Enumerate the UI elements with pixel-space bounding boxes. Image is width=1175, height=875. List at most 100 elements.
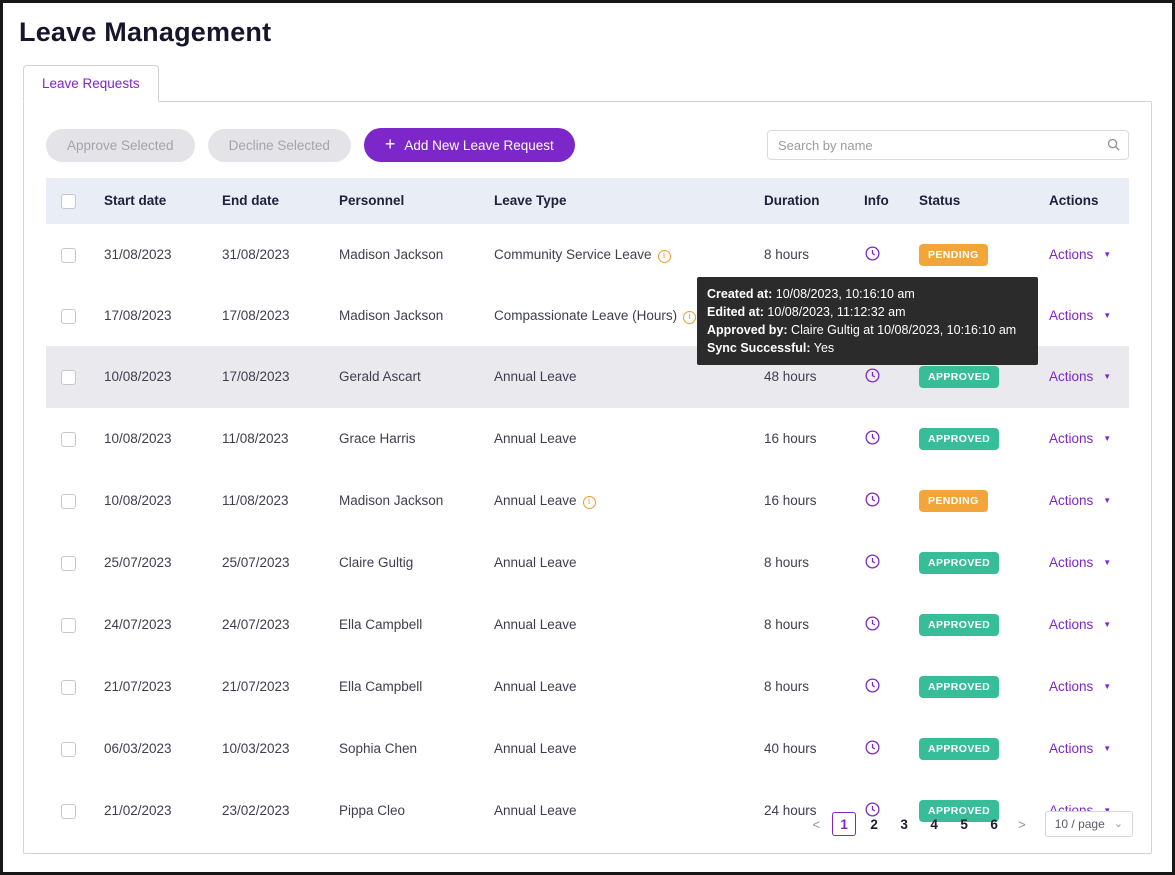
- approve-selected-button[interactable]: Approve Selected: [46, 129, 195, 162]
- search-icon: [1106, 137, 1121, 157]
- actions-button[interactable]: Actions▼: [1049, 741, 1111, 756]
- actions-button[interactable]: Actions▼: [1049, 617, 1111, 632]
- row-checkbox[interactable]: [61, 432, 76, 447]
- leave-type-cell: Annual Leave: [486, 594, 756, 656]
- search-input[interactable]: [767, 130, 1129, 160]
- status-badge: APPROVED: [919, 738, 999, 760]
- pagination-page-1[interactable]: 1: [832, 812, 856, 836]
- info-icon[interactable]: i: [683, 311, 696, 324]
- row-checkbox[interactable]: [61, 309, 76, 324]
- toolbar: Approve Selected Decline Selected + Add …: [46, 128, 1129, 162]
- chevron-down-icon: ▼: [1103, 682, 1111, 691]
- chevron-down-icon: ▼: [1103, 372, 1111, 381]
- start-date-cell: 10/08/2023: [96, 346, 214, 408]
- page-size-value: 10 / page: [1055, 817, 1105, 831]
- chevron-down-icon: ▼: [1103, 620, 1111, 629]
- personnel-cell: Ella Campbell: [331, 656, 486, 718]
- tab-leave-requests[interactable]: Leave Requests: [23, 65, 159, 102]
- clock-icon[interactable]: [864, 677, 881, 694]
- row-checkbox[interactable]: [61, 804, 76, 819]
- pagination-page-5[interactable]: 5: [952, 812, 976, 836]
- clock-icon[interactable]: [864, 739, 881, 756]
- clock-icon[interactable]: [864, 245, 881, 262]
- status-cell: APPROVED: [911, 718, 1041, 780]
- actions-button[interactable]: Actions▼: [1049, 555, 1111, 570]
- pagination-pages: 123456: [829, 812, 1009, 836]
- start-date-cell: 10/08/2023: [96, 408, 214, 470]
- row-checkbox[interactable]: [61, 680, 76, 695]
- table-row: 25/07/202325/07/2023Claire GultigAnnual …: [46, 532, 1129, 594]
- end-date-cell: 25/07/2023: [214, 532, 331, 594]
- plus-icon: +: [385, 135, 396, 153]
- info-cell: [856, 594, 911, 656]
- tooltip-edited-at: Edited at: 10/08/2023, 11:12:32 am: [707, 303, 1028, 321]
- tooltip-created-at: Created at: 10/08/2023, 10:16:10 am: [707, 285, 1028, 303]
- info-cell: [856, 470, 911, 532]
- clock-icon[interactable]: [864, 491, 881, 508]
- pagination-page-4[interactable]: 4: [922, 812, 946, 836]
- app-window: Leave Management Leave Requests Approve …: [0, 0, 1175, 875]
- duration-cell: 16 hours: [756, 470, 856, 532]
- row-checkbox[interactable]: [61, 370, 76, 385]
- status-cell: PENDING: [911, 470, 1041, 532]
- page-size-select[interactable]: 10 / page ⌄: [1045, 811, 1133, 837]
- info-icon[interactable]: i: [583, 496, 596, 509]
- table-row: 10/08/202311/08/2023Grace HarrisAnnual L…: [46, 408, 1129, 470]
- clock-icon[interactable]: [864, 367, 881, 384]
- actions-button[interactable]: Actions▼: [1049, 369, 1111, 384]
- pagination-page-6[interactable]: 6: [982, 812, 1006, 836]
- col-personnel: Personnel: [331, 178, 486, 224]
- actions-button[interactable]: Actions▼: [1049, 679, 1111, 694]
- info-icon[interactable]: i: [658, 250, 671, 263]
- pagination-prev[interactable]: <: [808, 817, 826, 832]
- actions-cell: Actions▼: [1041, 594, 1129, 656]
- chevron-down-icon: ▼: [1103, 311, 1111, 320]
- pagination: < 123456 > 10 / page ⌄: [808, 811, 1133, 837]
- info-cell: [856, 408, 911, 470]
- clock-icon[interactable]: [864, 429, 881, 446]
- personnel-cell: Sophia Chen: [331, 718, 486, 780]
- status-badge: PENDING: [919, 244, 988, 266]
- end-date-cell: 10/03/2023: [214, 718, 331, 780]
- clock-icon[interactable]: [864, 553, 881, 570]
- row-checkbox[interactable]: [61, 248, 76, 263]
- col-leave-type: Leave Type: [486, 178, 756, 224]
- actions-button[interactable]: Actions▼: [1049, 431, 1111, 446]
- info-cell: [856, 718, 911, 780]
- add-new-leave-request-button[interactable]: + Add New Leave Request: [364, 128, 575, 162]
- duration-cell: 8 hours: [756, 656, 856, 718]
- col-status: Status: [911, 178, 1041, 224]
- clock-icon[interactable]: [864, 615, 881, 632]
- actions-button[interactable]: Actions▼: [1049, 247, 1111, 262]
- end-date-cell: 17/08/2023: [214, 346, 331, 408]
- start-date-cell: 10/08/2023: [96, 470, 214, 532]
- actions-button[interactable]: Actions▼: [1049, 493, 1111, 508]
- status-cell: APPROVED: [911, 594, 1041, 656]
- info-cell: [856, 656, 911, 718]
- decline-selected-button[interactable]: Decline Selected: [208, 129, 351, 162]
- pagination-page-3[interactable]: 3: [892, 812, 916, 836]
- pagination-next[interactable]: >: [1013, 817, 1031, 832]
- start-date-cell: 21/02/2023: [96, 780, 214, 842]
- start-date-cell: 21/07/2023: [96, 656, 214, 718]
- row-checkbox[interactable]: [61, 742, 76, 757]
- row-checkbox[interactable]: [61, 556, 76, 571]
- row-checkbox[interactable]: [61, 618, 76, 633]
- leave-type-cell: Annual Leave: [486, 656, 756, 718]
- chevron-down-icon: ▼: [1103, 434, 1111, 443]
- row-checkbox[interactable]: [61, 494, 76, 509]
- status-cell: APPROVED: [911, 656, 1041, 718]
- leave-type-cell: Annual Leave: [486, 408, 756, 470]
- status-badge: APPROVED: [919, 552, 999, 574]
- actions-cell: Actions▼: [1041, 532, 1129, 594]
- personnel-cell: Madison Jackson: [331, 224, 486, 286]
- page-title: Leave Management: [3, 3, 1172, 48]
- status-badge: APPROVED: [919, 614, 999, 636]
- personnel-cell: Gerald Ascart: [331, 346, 486, 408]
- duration-cell: 8 hours: [756, 594, 856, 656]
- tooltip-approved-by: Approved by: Claire Gultig at 10/08/2023…: [707, 321, 1028, 339]
- actions-button[interactable]: Actions▼: [1049, 308, 1111, 323]
- pagination-page-2[interactable]: 2: [862, 812, 886, 836]
- select-all-checkbox[interactable]: [61, 194, 76, 209]
- chevron-down-icon: ⌄: [1114, 819, 1123, 830]
